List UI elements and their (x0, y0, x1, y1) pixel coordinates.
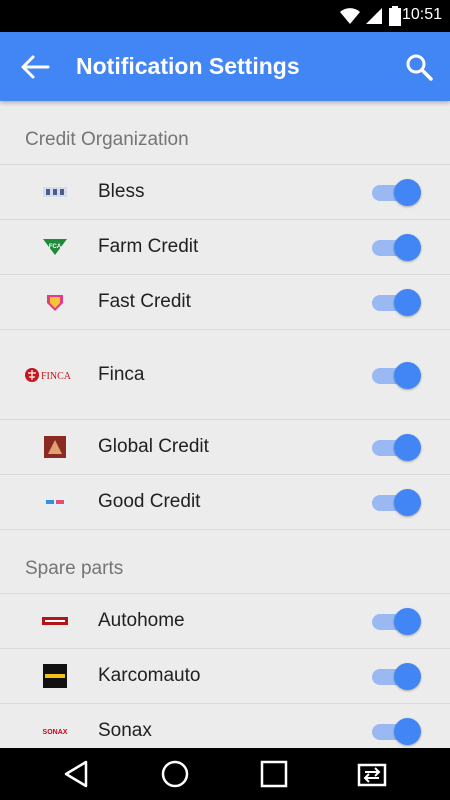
list-item: Fast Credit (0, 275, 450, 330)
search-icon[interactable] (404, 52, 434, 82)
item-label: Good Credit (98, 491, 201, 512)
item-label: Sonax (98, 720, 152, 741)
settings-list: Credit Organization Bless FCA Farm Credi… (0, 101, 450, 748)
autohome-logo (22, 609, 88, 633)
recents-square-icon[interactable] (258, 759, 290, 789)
notification-toggle[interactable] (372, 288, 424, 316)
switch-app-icon[interactable] (356, 759, 388, 789)
item-label: Global Credit (98, 436, 209, 457)
notification-toggle[interactable] (372, 717, 424, 745)
notification-toggle[interactable] (372, 607, 424, 635)
item-label: Bless (98, 181, 145, 202)
list-item: Autohome (0, 594, 450, 649)
back-triangle-icon[interactable] (60, 759, 92, 789)
bless-logo (22, 180, 88, 204)
notification-toggle[interactable] (372, 178, 424, 206)
back-arrow-icon[interactable] (18, 52, 52, 82)
svg-text:FCA: FCA (49, 244, 62, 250)
signal-icon (366, 8, 382, 24)
list-item: FCA Farm Credit (0, 220, 450, 275)
global-credit-logo (22, 435, 88, 459)
list-item: Good Credit (0, 475, 450, 530)
list-item: FINCA Finca (0, 330, 450, 420)
karcomauto-logo (22, 664, 88, 688)
section-header: Credit Organization (0, 101, 450, 165)
list-item: Global Credit (0, 420, 450, 475)
good-credit-logo (22, 490, 88, 514)
farm-credit-logo: FCA (22, 235, 88, 259)
section-header: Spare parts (0, 530, 450, 594)
notification-toggle[interactable] (372, 662, 424, 690)
status-bar: 10:51 (0, 0, 450, 32)
notification-toggle[interactable] (372, 488, 424, 516)
item-label: Autohome (98, 610, 185, 631)
svg-text:SONAX: SONAX (43, 729, 68, 736)
item-label: Finca (98, 363, 145, 385)
wifi-icon (340, 8, 360, 24)
notification-toggle[interactable] (372, 361, 424, 389)
battery-icon (389, 6, 401, 26)
list-item: Karcomauto (0, 649, 450, 704)
app-bar: Notification Settings (0, 32, 450, 101)
notification-toggle[interactable] (372, 433, 424, 461)
item-label: Fast Credit (98, 291, 191, 312)
home-circle-icon[interactable] (159, 759, 191, 789)
item-label: Farm Credit (98, 236, 199, 257)
list-item: SONAX Sonax (0, 704, 450, 748)
sonax-logo: SONAX (22, 719, 88, 743)
fast-credit-logo (22, 290, 88, 314)
navigation-bar (0, 748, 450, 800)
svg-text:FINCA: FINCA (41, 371, 72, 382)
item-label: Karcomauto (98, 665, 201, 686)
finca-logo: FINCA (22, 363, 88, 387)
page-title: Notification Settings (76, 53, 300, 79)
status-time: 10:51 (401, 6, 442, 23)
list-item: Bless (0, 165, 450, 220)
notification-toggle[interactable] (372, 233, 424, 261)
